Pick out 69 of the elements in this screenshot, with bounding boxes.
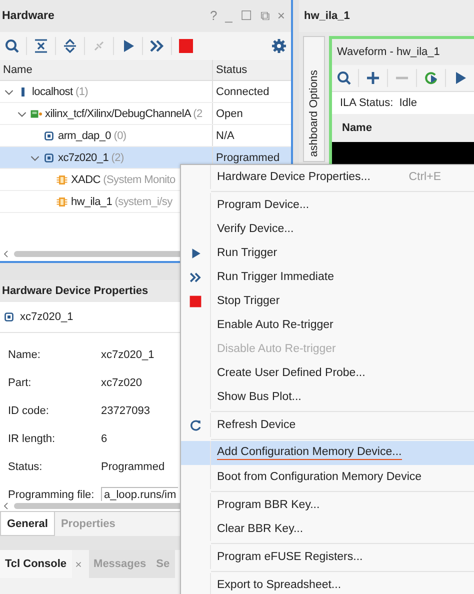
chip-icon xyxy=(43,152,55,164)
chip-icon xyxy=(43,130,55,142)
circular-arrow-play-icon[interactable] xyxy=(423,70,439,86)
property-value: 23727093 xyxy=(101,405,151,417)
property-label: Name: xyxy=(8,349,42,361)
property-value: Programmed xyxy=(101,461,166,473)
property-label: IR length: xyxy=(8,433,56,445)
tab[interactable]: Tcl Console xyxy=(0,550,72,578)
tree-row[interactable]: xc7z020_1 (2) Programmed xyxy=(0,147,291,169)
panel-title: Waveform - hw_ila_1 xyxy=(332,39,474,65)
tree-item[interactable]: hw_ila_1 (system_i/sy xyxy=(71,196,172,208)
panel-title: hw_ila_1 xyxy=(299,0,474,32)
board-icon xyxy=(30,108,42,120)
device-name: xc7z020_1 xyxy=(20,311,74,323)
search-icon[interactable] xyxy=(4,38,20,54)
tree-item[interactable]: xc7z020_1 (2) xyxy=(58,152,124,164)
double-chevron-icon[interactable] xyxy=(149,38,165,54)
tree-row[interactable]: xilinx_tcf/Xilinx/DebugChannelA (2 Open xyxy=(0,103,291,125)
column-header[interactable]: Name xyxy=(0,60,213,80)
stop-icon xyxy=(189,294,202,308)
property-label: Part: xyxy=(8,377,32,389)
menu-item[interactable]: Boot from Configuration Memory Device xyxy=(181,465,474,489)
menu-item[interactable]: Refresh Device xyxy=(181,413,474,437)
panel-title: Hardware xyxy=(2,10,54,22)
core-icon xyxy=(56,196,68,208)
status-label: ILA Status: xyxy=(340,97,394,109)
double-chevron-icon xyxy=(189,270,202,284)
expand-all-icon[interactable] xyxy=(62,38,78,54)
menu-item[interactable]: Hardware Device Properties... Ctrl+E xyxy=(181,165,474,189)
status-text: Programmed xyxy=(216,152,280,164)
property-label: Programming file: xyxy=(8,489,96,501)
menu-item[interactable]: Verify Device... xyxy=(181,217,474,241)
search-icon[interactable] xyxy=(336,70,352,86)
column-header[interactable]: Name xyxy=(332,114,474,142)
property-label: Status: xyxy=(8,461,44,473)
stop-icon[interactable] xyxy=(178,38,194,54)
menu-item[interactable]: Export to Spreadsheet... xyxy=(181,573,474,594)
menu-item[interactable]: Program eFUSE Registers... xyxy=(181,545,474,569)
tree-item[interactable]: localhost (1) xyxy=(32,86,88,98)
tree-item[interactable]: XADC (System Monito xyxy=(71,174,176,186)
shortcut-text: Ctrl+E xyxy=(408,171,441,183)
tab[interactable]: General xyxy=(0,512,55,536)
menu-item[interactable]: Program Device... xyxy=(181,193,474,217)
menu-item[interactable]: Add Configuration Memory Device... xyxy=(181,441,474,465)
status-text: Connected xyxy=(216,86,270,98)
collapse-all-icon[interactable] xyxy=(33,38,49,54)
menu-item[interactable]: Run Trigger xyxy=(181,241,474,265)
tree-item[interactable]: xilinx_tcf/Xilinx/DebugChannelA (2 xyxy=(45,108,202,120)
plus-icon[interactable] xyxy=(365,70,381,86)
close-icon[interactable] xyxy=(74,560,83,568)
property-value: 6 xyxy=(101,433,108,445)
property-value: xc7z020 xyxy=(101,377,143,389)
status-text: N/A xyxy=(216,130,234,142)
menu-item[interactable]: Create User Defined Probe... xyxy=(181,361,474,385)
settings-icon[interactable] xyxy=(271,38,287,54)
status-text: Open xyxy=(216,108,243,120)
property-label: ID code: xyxy=(8,405,50,417)
status-value: Idle xyxy=(399,97,417,109)
refresh-icon xyxy=(189,418,202,432)
tree-item[interactable]: arm_dap_0 (0) xyxy=(58,130,126,142)
chip-icon xyxy=(3,311,15,323)
menu-item[interactable]: Clear BBR Key... xyxy=(181,517,474,541)
core-icon xyxy=(56,174,68,186)
menu-item[interactable]: Program BBR Key... xyxy=(181,493,474,517)
side-tab[interactable]: ashboard Options xyxy=(303,36,325,162)
menu-item[interactable]: Show Bus Plot... xyxy=(181,385,474,409)
tree-row[interactable]: localhost (1) Connected xyxy=(0,81,291,103)
menu-item[interactable]: Enable Auto Re-trigger xyxy=(181,313,474,337)
column-header[interactable]: Status xyxy=(213,60,291,80)
